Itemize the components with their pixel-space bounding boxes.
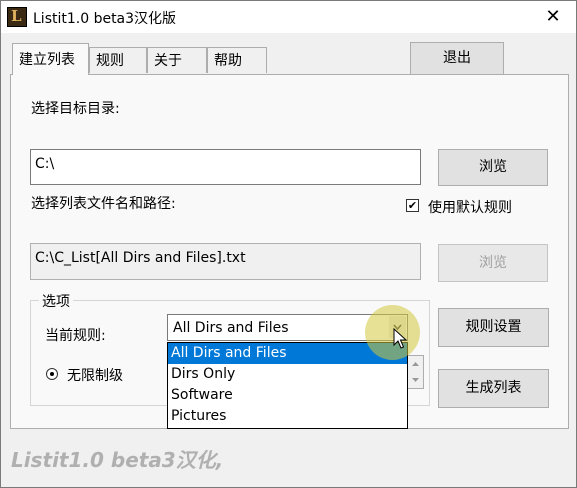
dropdown-option-software[interactable]: Software — [168, 385, 407, 406]
tab-about[interactable]: 关于 — [147, 47, 207, 73]
exit-button[interactable]: 退出 — [410, 42, 504, 75]
dropdown-option-dirs[interactable]: Dirs Only — [168, 364, 407, 385]
dropdown-option-pictures[interactable]: Pictures — [168, 406, 407, 427]
rule-select-value: All Dirs and Files — [173, 320, 289, 336]
rule-dropdown-list: All Dirs and Files Dirs Only Software Pi… — [167, 342, 408, 429]
browse-dir-button[interactable]: 浏览 — [438, 149, 548, 186]
close-button[interactable]: ✕ — [530, 1, 576, 33]
options-group-title: 选项 — [39, 291, 73, 311]
depth-spinner[interactable] — [407, 355, 424, 389]
list-file-input[interactable]: C:\C_List[All Dirs and Files].txt — [30, 243, 421, 280]
tab-build-list[interactable]: 建立列表 — [12, 43, 89, 75]
rule-settings-button[interactable]: 规则设置 — [438, 308, 549, 347]
use-default-rules-label: 使用默认规则 — [428, 200, 512, 216]
current-rule-label: 当前规则: — [45, 328, 106, 344]
window-title: Listit1.0 beta3汉化版 — [33, 11, 177, 27]
list-file-label: 选择列表文件名和路径: — [31, 196, 176, 212]
unlimited-label: 无限制级 — [67, 368, 123, 384]
target-dir-label: 选择目标目录: — [31, 101, 120, 117]
app-window: L Listit1.0 beta3汉化版 ✕ 建立列表 规则 关于 帮助 退出 … — [0, 0, 577, 488]
footer-watermark: Listit1.0 beta3汉化, — [11, 448, 224, 472]
tab-rules[interactable]: 规则 — [89, 47, 147, 73]
generate-list-button[interactable]: 生成列表 — [438, 369, 549, 408]
mouse-cursor-icon — [393, 327, 408, 354]
app-logo-icon: L — [7, 7, 27, 27]
tab-help[interactable]: 帮助 — [207, 47, 267, 73]
target-dir-input[interactable]: C:\ — [30, 149, 421, 185]
use-default-rules-checkbox[interactable]: ✔ — [406, 199, 419, 212]
title-bar: L Listit1.0 beta3汉化版 ✕ — [1, 1, 576, 33]
unlimited-radio[interactable] — [46, 368, 58, 380]
browse-file-button[interactable]: 浏览 — [438, 244, 548, 282]
